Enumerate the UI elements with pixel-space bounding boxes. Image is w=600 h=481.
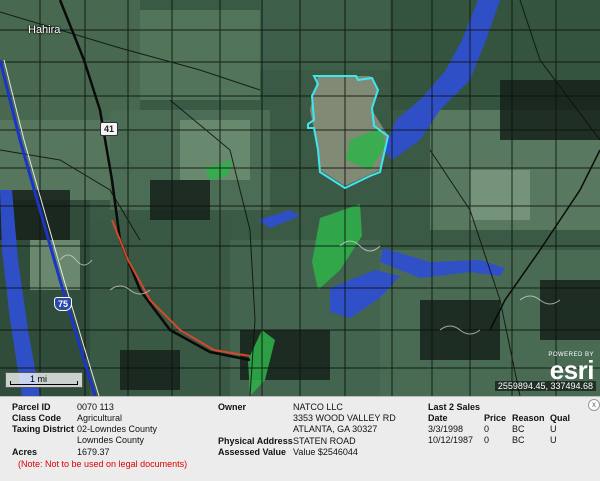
place-label: Hahira xyxy=(28,24,61,36)
esri-attribution[interactable]: POWERED BY esri xyxy=(548,352,595,385)
last-sales-title: Last 2 Sales xyxy=(428,402,481,412)
sale-2-reason: BC xyxy=(512,435,525,445)
scale-bar: 1 mi xyxy=(5,372,83,388)
taxing-district-value-2: Lowndes County xyxy=(77,435,145,445)
physical-address-value: STATEN ROAD xyxy=(293,436,356,446)
parcel-id-value: 0070 113 xyxy=(77,402,114,412)
sales-header-price: Price xyxy=(484,413,507,423)
taxing-district-value-1: 02-Lowndes County xyxy=(77,424,158,434)
assessed-value-value: Value $2546044 xyxy=(293,447,358,457)
sale-1-date: 3/3/1998 xyxy=(428,424,464,434)
sale-2-date: 10/12/1987 xyxy=(428,435,474,445)
class-code-value: Agricultural xyxy=(77,413,123,423)
class-code-label: Class Code xyxy=(12,413,62,423)
sales-header-date: Date xyxy=(428,413,448,423)
acres-label: Acres xyxy=(12,447,38,457)
parcel-map[interactable]: Hahira 41 75 1 mi POWERED BY esri 255989… xyxy=(0,0,600,396)
sale-1-reason: BC xyxy=(512,424,525,434)
scale-bar-line xyxy=(10,381,78,385)
coordinate-readout: 2559894.45, 337494.68 xyxy=(494,381,596,391)
legal-note: (Note: Not to be used on legal documents… xyxy=(18,459,188,469)
sale-1-price: 0 xyxy=(484,424,490,434)
owner-label: Owner xyxy=(218,402,247,412)
sale-2-price: 0 xyxy=(484,435,490,445)
parcel-id-label: Parcel ID xyxy=(12,402,51,412)
owner-street: 3353 WOOD VALLEY RD xyxy=(293,413,396,423)
sales-header-reason: Reason xyxy=(512,413,545,423)
acres-value: 1679.37 xyxy=(77,447,110,457)
parcel-info-panel: x Parcel ID 0070 113 Class Code Agricult… xyxy=(0,396,600,481)
owner-city: ATLANTA, GA 30327 xyxy=(293,424,378,434)
interstate-shield: 75 xyxy=(54,297,73,311)
sales-header-qual: Qual xyxy=(550,413,571,423)
us-route-shield: 41 xyxy=(100,122,119,136)
owner-name: NATCO LLC xyxy=(293,402,343,412)
aerial-map-imagery xyxy=(0,0,600,396)
physical-address-label: Physical Address xyxy=(218,436,293,446)
assessed-value-label: Assessed Value xyxy=(218,447,287,457)
esri-logo: esri xyxy=(549,355,595,385)
sale-2-qual: U xyxy=(550,435,557,445)
taxing-district-label: Taxing District xyxy=(12,424,74,434)
sale-1-qual: U xyxy=(550,424,557,434)
close-icon[interactable]: x xyxy=(588,399,600,411)
